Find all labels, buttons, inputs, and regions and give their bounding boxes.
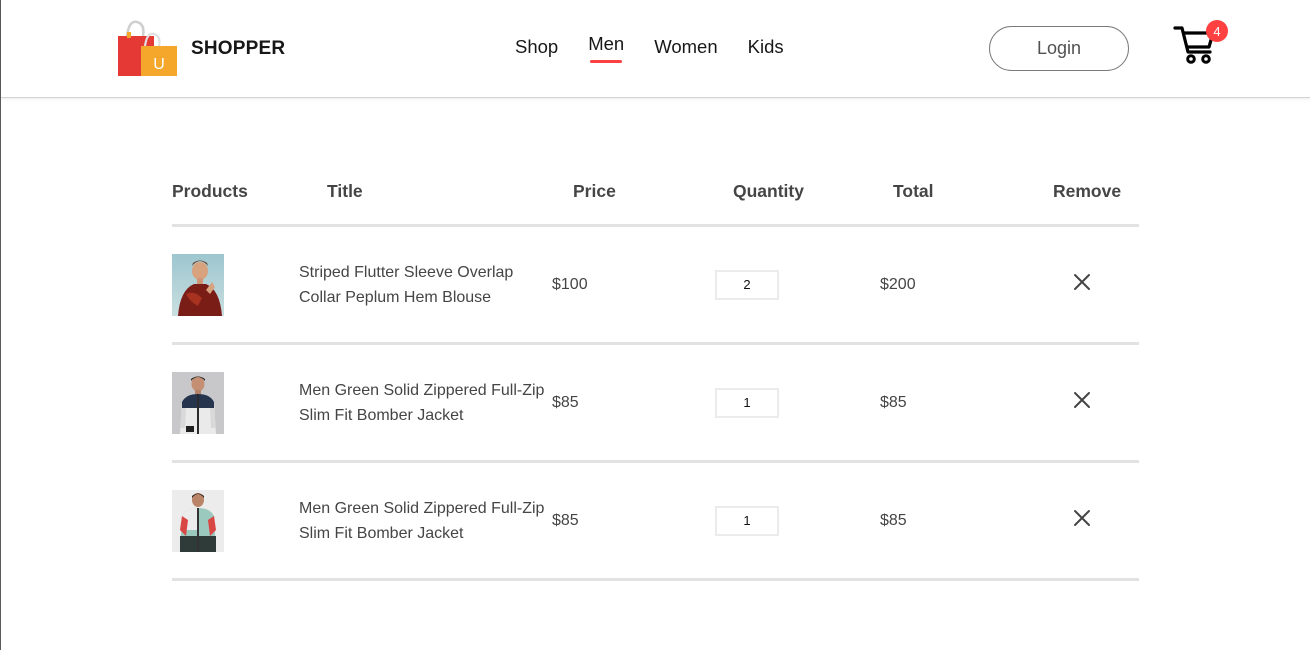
navbar: U SHOPPER Shop Men Women Kids Login 4 (1, 0, 1310, 98)
product-image-cell (172, 489, 299, 552)
bag-letter: U (153, 56, 165, 73)
man-in-colorblock-jacket-thumbnail (172, 489, 224, 552)
close-icon[interactable] (1072, 390, 1092, 410)
nav-item-label: Shop (515, 36, 559, 57)
nav-item-label: Women (654, 36, 718, 57)
product-image-cell (172, 253, 299, 316)
product-price: $85 (552, 511, 579, 529)
logo[interactable]: U SHOPPER (117, 20, 285, 78)
cart-count-badge: 4 (1206, 20, 1228, 42)
close-icon[interactable] (1072, 508, 1092, 528)
nav-item-label: Kids (747, 36, 784, 57)
nav-item-label: Men (588, 33, 625, 54)
product-total: $200 (880, 275, 916, 293)
product-title: Men Green Solid Zippered Full-Zip Slim F… (299, 499, 545, 542)
product-image-cell (172, 371, 299, 434)
quantity-cell: 1 (715, 387, 880, 418)
nav-item-kids[interactable]: Kids (748, 36, 784, 58)
column-header-price: Price (573, 180, 616, 201)
product-price: $100 (552, 275, 588, 293)
product-title: Men Green Solid Zippered Full-Zip Slim F… (299, 381, 545, 424)
brand-name: SHOPPER (191, 38, 286, 59)
remove-cell (1044, 390, 1139, 415)
column-header-quantity: Quantity (733, 180, 804, 201)
remove-cell (1044, 272, 1139, 297)
cart-button[interactable]: 4 (1173, 20, 1233, 68)
table-row: Striped Flutter Sleeve Overlap Collar Pe… (172, 227, 1139, 342)
man-in-bomber-jacket-thumbnail (172, 371, 224, 434)
column-header-products: Products (172, 180, 248, 201)
column-header-total: Total (893, 180, 934, 201)
active-nav-underline (590, 60, 623, 63)
nav-menu: Shop Men Women Kids (515, 33, 784, 63)
login-button[interactable]: Login (989, 26, 1129, 71)
column-header-title: Title (327, 180, 363, 201)
table-body: Striped Flutter Sleeve Overlap Collar Pe… (172, 227, 1139, 581)
nav-item-men[interactable]: Men (588, 33, 625, 63)
quantity-field[interactable]: 1 (715, 505, 779, 536)
nav-item-women[interactable]: Women (654, 36, 717, 58)
product-total: $85 (880, 511, 907, 529)
shopping-bag-icon: U (118, 20, 177, 76)
product-total: $85 (880, 393, 907, 411)
table-row: Men Green Solid Zippered Full-Zip Slim F… (172, 463, 1139, 578)
nav-item-shop[interactable]: Shop (515, 36, 558, 58)
cart-table: Products Title Price Quantity Total Remove St… (172, 170, 1139, 581)
product-title: Striped Flutter Sleeve Overlap Collar Pe… (299, 263, 514, 306)
quantity-cell: 2 (715, 269, 880, 300)
close-icon[interactable] (1072, 272, 1092, 292)
column-header-remove: Remove (1053, 180, 1122, 201)
product-price: $85 (552, 393, 579, 411)
row-divider (172, 578, 1139, 581)
quantity-field[interactable]: 1 (715, 387, 779, 418)
quantity-field[interactable]: 2 (715, 269, 779, 300)
table-header-row: Products Title Price Quantity Total Remove (172, 170, 1139, 212)
table-row: Men Green Solid Zippered Full-Zip Slim F… (172, 345, 1139, 460)
page: U SHOPPER Shop Men Women Kids Login 4 Produ… (0, 0, 1310, 650)
remove-cell (1044, 508, 1139, 533)
model-in-red-blouse-thumbnail (172, 253, 224, 316)
quantity-cell: 1 (715, 505, 880, 536)
